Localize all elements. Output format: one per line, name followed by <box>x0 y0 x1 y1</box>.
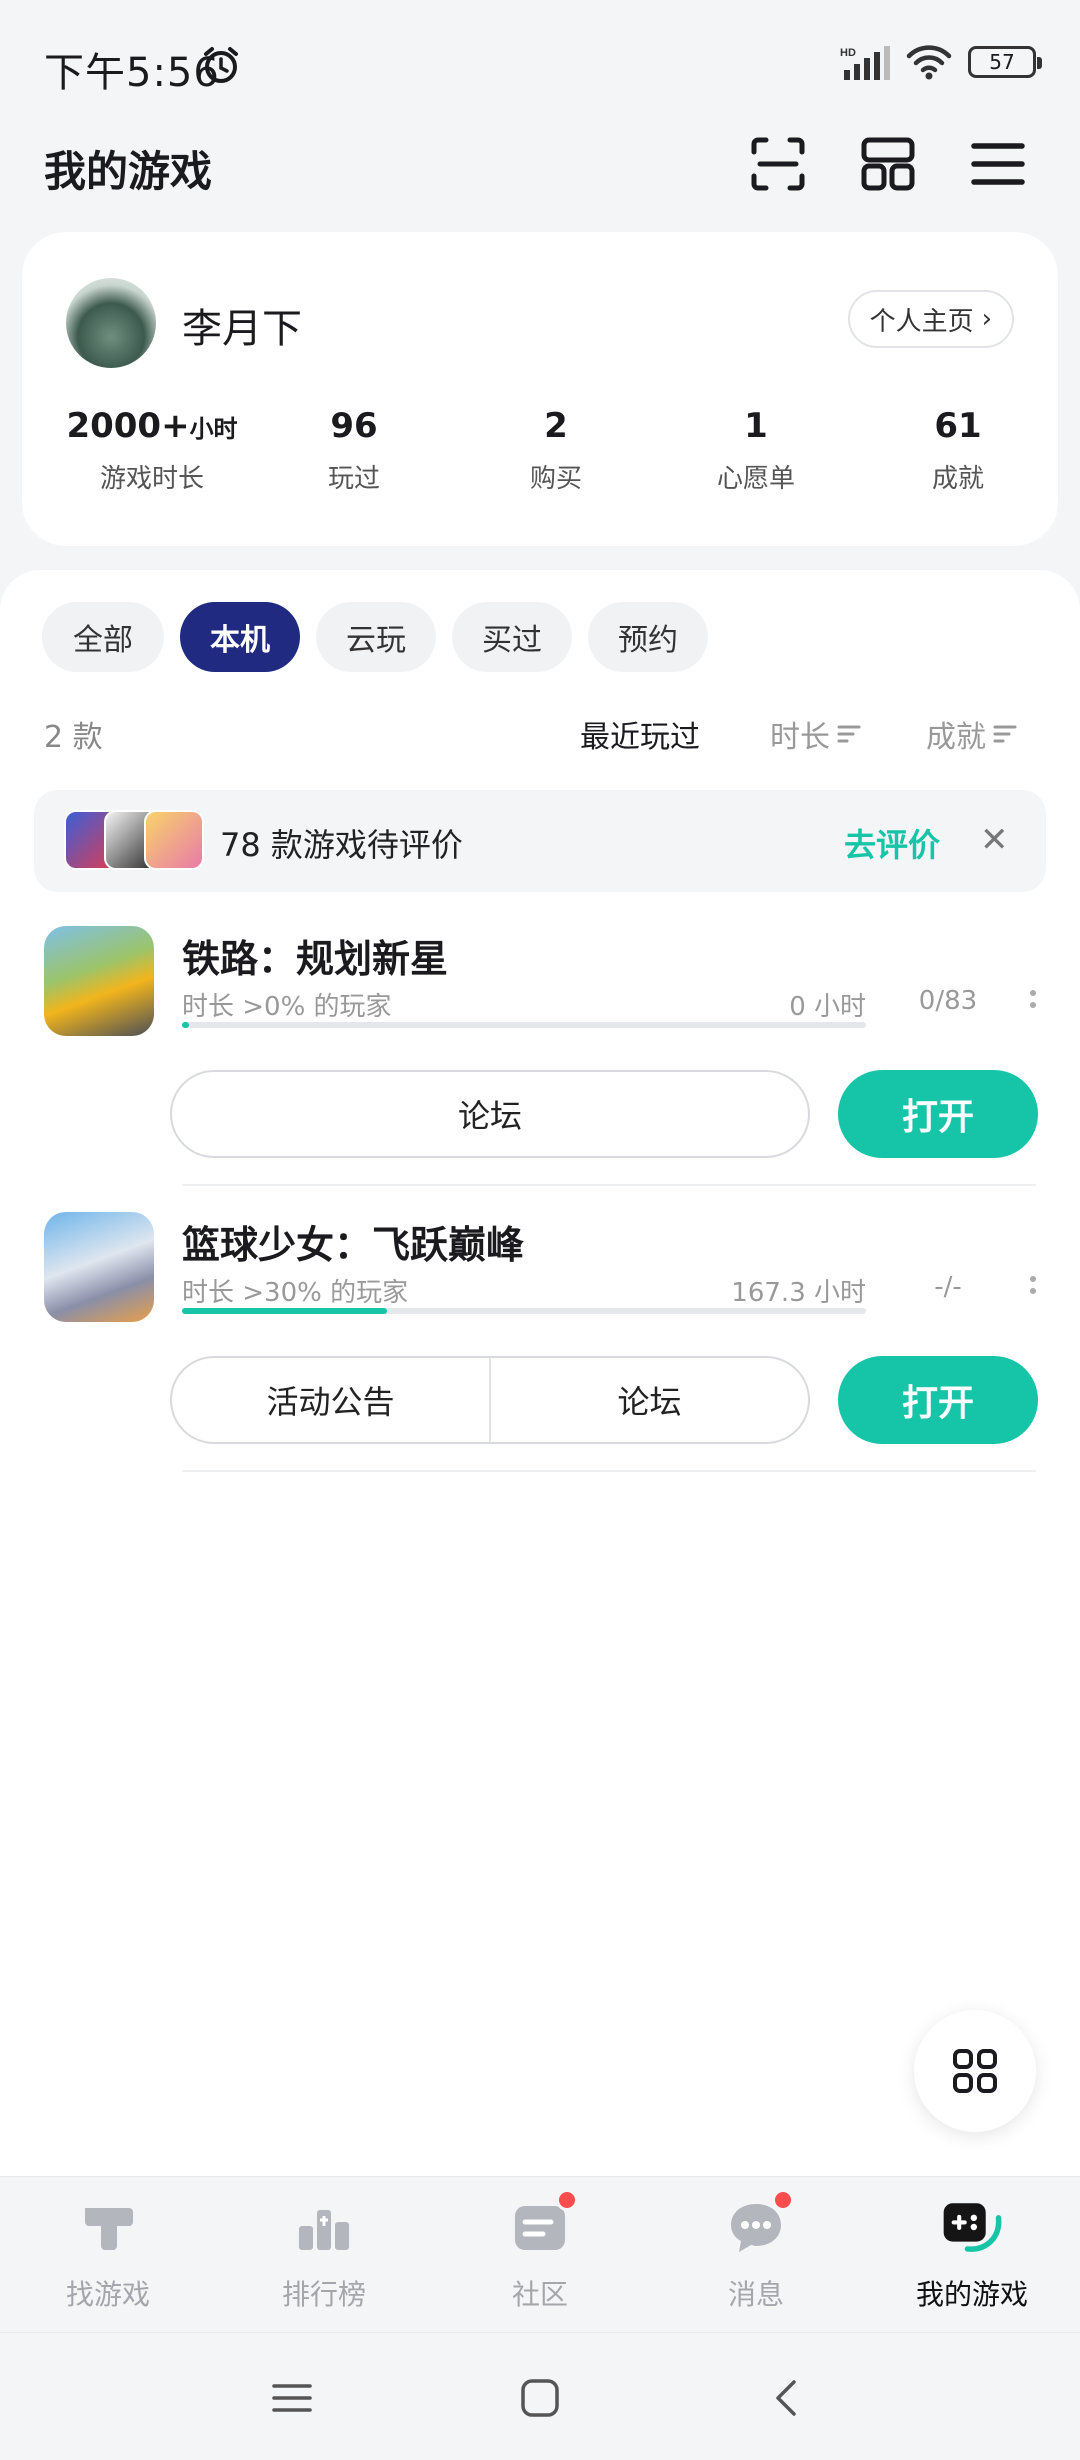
pending-review-covers <box>64 810 204 870</box>
progress-fill <box>182 1022 189 1028</box>
game-hours: 0 小时 <box>789 992 866 1022</box>
game-player-rank: 时长 >30% 的玩家 <box>182 1278 409 1308</box>
nav-label: 消息 <box>727 2278 784 2311</box>
stat-wishlist[interactable]: 1 心愿单 <box>656 406 856 495</box>
forum-button[interactable]: 论坛 <box>489 1358 808 1442</box>
filter-chip-bought[interactable]: 买过 <box>452 602 572 672</box>
nav-item-my-games[interactable]: 我的游戏 <box>864 2195 1080 2313</box>
status-time: 下午5:56 <box>44 50 220 96</box>
sort-icon <box>993 725 1017 743</box>
svg-text:HD: HD <box>840 47 856 59</box>
ranking-icon <box>292 2195 356 2259</box>
nav-label: 排行榜 <box>281 2278 366 2311</box>
game-hours: 167.3 小时 <box>731 1278 866 1308</box>
back-chevron-icon <box>776 2380 796 2416</box>
game-achievements: 0/83 <box>918 986 978 1016</box>
game-actions: 活动公告 论坛 <box>170 1356 810 1444</box>
signal-icon: HD <box>840 46 890 80</box>
nav-item-ranking[interactable]: 排行榜 <box>216 2195 432 2313</box>
sort-icon <box>837 725 861 743</box>
announcement-button[interactable]: 活动公告 <box>172 1358 489 1442</box>
forum-button[interactable]: 论坛 <box>170 1070 810 1158</box>
game-player-rank: 时长 >0% 的玩家 <box>182 992 392 1022</box>
game-title[interactable]: 篮球少女：飞跃巅峰 <box>182 1214 524 1269</box>
stat-played[interactable]: 96 玩过 <box>254 406 454 495</box>
notification-badge <box>772 2189 794 2211</box>
message-icon <box>724 2189 794 2259</box>
back-button[interactable] <box>758 2373 818 2423</box>
scan-button[interactable] <box>746 132 810 196</box>
game-title[interactable]: 铁路：规划新星 <box>182 928 448 983</box>
nav-item-messages[interactable]: 消息 <box>648 2189 864 2313</box>
filter-chip-local[interactable]: 本机 <box>180 602 300 672</box>
nav-label: 我的游戏 <box>915 2278 1028 2311</box>
grid-icon <box>953 2049 997 2093</box>
nav-label: 找游戏 <box>65 2278 150 2311</box>
home-square-icon <box>521 2379 559 2417</box>
nav-label: 社区 <box>511 2278 568 2311</box>
recent-apps-button[interactable] <box>262 2373 322 2423</box>
profile-card: 李月下 个人主页 › 2000+小时 游戏时长 96 玩过 2 购买 1 心愿单… <box>22 232 1058 546</box>
menu-button[interactable] <box>966 132 1030 196</box>
bottom-nav: 找游戏 排行榜 社区 消息 我的游戏 <box>0 2176 1080 2332</box>
chevron-right-icon: › <box>981 304 992 334</box>
community-icon <box>508 2189 578 2259</box>
sort-duration[interactable]: 时长 <box>770 712 862 756</box>
review-banner[interactable]: 78 款游戏待评价 去评价 ✕ <box>34 790 1046 892</box>
open-game-button[interactable]: 打开 <box>838 1356 1038 1444</box>
nav-item-find-games[interactable]: 找游戏 <box>0 2195 216 2313</box>
username: 李月下 <box>182 306 302 352</box>
wifi-icon <box>906 45 952 80</box>
more-options-icon[interactable] <box>1028 1276 1038 1294</box>
close-icon[interactable]: ✕ <box>980 820 1009 860</box>
layout-button[interactable] <box>856 132 920 196</box>
game-cover[interactable] <box>44 926 154 1036</box>
homepage-label: 个人主页 <box>869 306 974 337</box>
avatar[interactable] <box>66 278 156 368</box>
playtime-progress <box>182 1022 866 1028</box>
sort-recent-label: 最近玩过 <box>580 720 700 755</box>
divider <box>182 1184 1036 1186</box>
filter-chip-cloud[interactable]: 云玩 <box>316 602 436 672</box>
my-games-icon <box>940 2195 1004 2259</box>
status-indicators: HD 57 <box>840 44 1042 80</box>
game-thumbnail <box>144 810 204 870</box>
playtime-progress <box>182 1308 866 1314</box>
game-cover[interactable] <box>44 1212 154 1322</box>
page-title: 我的游戏 <box>44 147 213 196</box>
sort-achievements-label: 成就 <box>926 720 986 755</box>
stat-playtime[interactable]: 2000+小时 游戏时长 <box>52 406 252 495</box>
sort-duration-label: 时长 <box>770 720 830 755</box>
stat-achievements[interactable]: 61 成就 <box>858 406 1058 495</box>
quick-access-button[interactable] <box>914 2010 1036 2132</box>
system-nav-bar <box>0 2332 1080 2460</box>
game-count: 2 款 <box>44 720 103 755</box>
notification-badge <box>556 2189 578 2211</box>
divider <box>182 1470 1036 1472</box>
homepage-button[interactable]: 个人主页 › <box>847 290 1014 348</box>
stat-purchased[interactable]: 2 购买 <box>456 406 656 495</box>
sort-achievements[interactable]: 成就 <box>926 712 1018 756</box>
filter-chip-reserved[interactable]: 预约 <box>588 602 708 672</box>
find-games-icon <box>76 2195 140 2259</box>
grid-layout-icon <box>861 137 915 191</box>
menu-lines-icon <box>272 2384 312 2412</box>
review-banner-text: 78 款游戏待评价 <box>220 826 463 864</box>
filter-chip-all[interactable]: 全部 <box>42 602 164 672</box>
scan-icon <box>751 137 805 191</box>
nav-item-community[interactable]: 社区 <box>432 2189 648 2313</box>
progress-fill <box>182 1308 388 1314</box>
alarm-icon <box>204 47 238 83</box>
sort-recent[interactable]: 最近玩过 <box>580 712 700 756</box>
go-review-link[interactable]: 去评价 <box>844 820 940 866</box>
more-options-icon[interactable] <box>1028 990 1038 1008</box>
home-button[interactable] <box>510 2373 570 2423</box>
game-achievements: -/- <box>934 1272 962 1302</box>
battery-indicator: 57 <box>968 46 1042 78</box>
menu-icon <box>971 143 1025 185</box>
open-game-button[interactable]: 打开 <box>838 1070 1038 1158</box>
